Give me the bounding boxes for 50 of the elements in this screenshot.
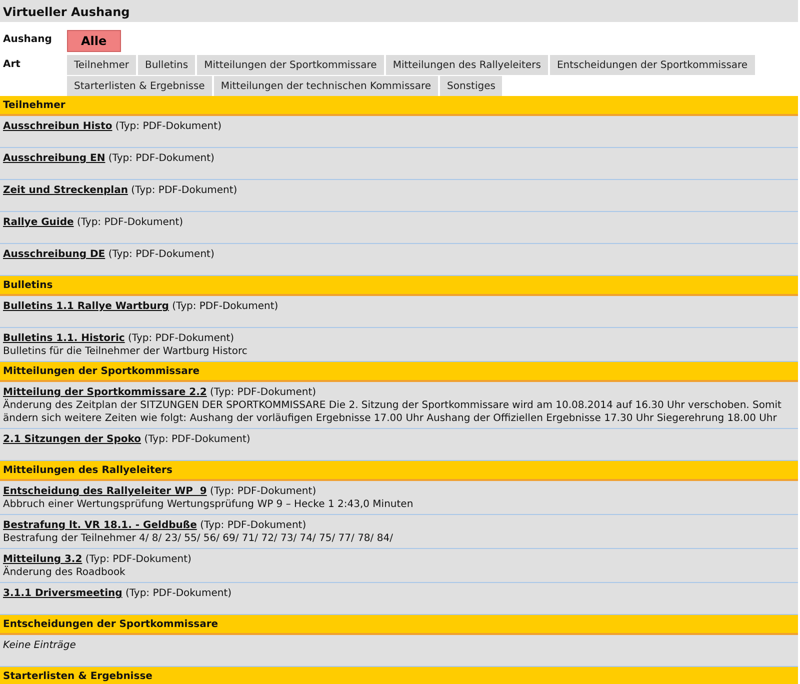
- document-link[interactable]: Zeit und Streckenplan: [3, 185, 128, 196]
- document-description: Änderung des Zeitplan der SITZUNGEN DER SPORTKOMMISSARE Die 2. Sitzung der Sportkommissare wird am 10.08.2014 auf 16.30 Uhr verschoben. Somit ändern sich weitere Zeiten wie folgt: Aushang der vorläufigen Ergebnisse 17.00 Uhr Aushang der Offiziellen Ergebnisse 17.30 Uhr Siegerehrung 18.00 Uhr: [3, 399, 782, 425]
- document-link[interactable]: Ausschreibung EN: [3, 153, 106, 164]
- document-description: Abbruch einer Wertungsprüfung Wertungsprüfung WP 9 – Hecke 1 2:43,0 Minuten: [3, 498, 414, 511]
- category-tab[interactable]: Starterlisten & Ergebnisse: [67, 76, 214, 96]
- document-type: (Typ: PDF-Dokument): [144, 434, 250, 445]
- section-header: Mitteilungen des Rallyeleiters: [0, 461, 798, 481]
- document-link[interactable]: 3.1.1 Driversmeeting: [3, 588, 122, 599]
- document-link[interactable]: Bestrafung lt. VR 18.1. - Geldbuße: [3, 520, 197, 531]
- document-type: (Typ: PDF-Dokument): [115, 121, 222, 132]
- section-header: Bulletins: [0, 276, 798, 296]
- category-tab[interactable]: Mitteilungen der Sportkommissare: [197, 55, 386, 75]
- document-link[interactable]: Mitteilung der Sportkommissare 2.2: [3, 387, 207, 398]
- document-link[interactable]: Ausschreibung DE: [3, 249, 106, 260]
- document-type: (Typ: PDF-Dokument): [210, 486, 316, 497]
- document-description: Änderung des Roadbook: [3, 566, 126, 579]
- document-type: (Typ: PDF-Dokument): [128, 333, 234, 344]
- document-link[interactable]: Rallye Guide: [3, 217, 74, 228]
- document-link[interactable]: Ausschreibun Histo: [3, 121, 112, 132]
- section-header: Starterlisten & Ergebnisse: [0, 667, 798, 684]
- document-type: (Typ: PDF-Dokument): [131, 185, 238, 196]
- category-tab[interactable]: Mitteilungen des Rallyeleiters: [386, 55, 550, 75]
- document-link[interactable]: Entscheidung des Rallyeleiter WP 9: [3, 486, 207, 497]
- document-type: (Typ: PDF-Dokument): [76, 217, 184, 228]
- art-label: Art: [2, 58, 22, 71]
- category-tab[interactable]: Mitteilungen der technischen Kommissare: [214, 76, 440, 96]
- section-header: Teilnehmer: [0, 96, 798, 116]
- filter-tab[interactable]: Alle: [67, 30, 121, 52]
- document-link[interactable]: Bulletins 1.1. Historic: [3, 333, 125, 344]
- aushang-label: Aushang: [2, 33, 53, 46]
- document-type: (Typ: PDF-Dokument): [85, 554, 192, 565]
- document-type: (Typ: PDF-Dokument): [125, 588, 232, 599]
- document-description: Bulletins für die Teilnehmer der Wartburg Historc: [3, 345, 248, 358]
- document-type: (Typ: PDF-Dokument): [210, 387, 316, 398]
- document-type: (Typ: PDF-Dokument): [172, 301, 278, 312]
- document-link[interactable]: 2.1 Sitzungen der Spoko: [3, 434, 142, 445]
- document-description: Bestrafung der Teilnehmer 4/ 8/ 23/ 55/ 56/ 69/ 71/ 72/ 73/ 74/ 75/ 77/ 78/ 84/: [3, 532, 394, 545]
- section-header: Entscheidungen der Sportkommissare: [0, 615, 798, 635]
- category-tab[interactable]: Entscheidungen der Sportkommissare: [550, 55, 757, 75]
- empty-message: Keine Einträge: [3, 640, 76, 651]
- document-type: (Typ: PDF-Dokument): [200, 520, 306, 531]
- category-tab[interactable]: Bulletins: [138, 55, 198, 75]
- document-link[interactable]: Bulletins 1.1 Rallye Wartburg: [3, 301, 169, 312]
- section-header: Mitteilungen der Sportkommissare: [0, 362, 798, 382]
- category-tab[interactable]: Teilnehmer: [67, 55, 138, 75]
- page-title: Virtueller Aushang: [0, 0, 798, 22]
- document-type: (Typ: PDF-Dokument): [108, 153, 214, 164]
- category-tab[interactable]: Sonstiges: [440, 76, 504, 96]
- document-type: (Typ: PDF-Dokument): [108, 249, 214, 260]
- document-link[interactable]: Mitteilung 3.2: [3, 554, 82, 565]
